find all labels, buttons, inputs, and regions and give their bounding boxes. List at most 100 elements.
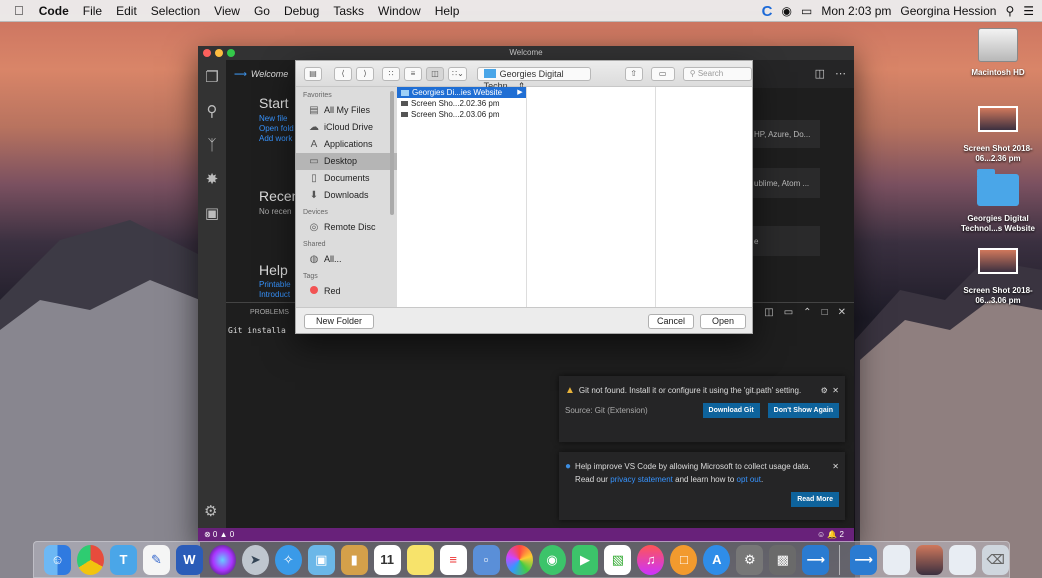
menu-tasks[interactable]: Tasks (326, 4, 371, 18)
toggle-sidebar-icon[interactable]: ▤ (304, 66, 322, 81)
sidebar-item-downloads[interactable]: ⬇ Downloads (296, 187, 397, 204)
chrome-icon[interactable] (76, 544, 104, 575)
customize-card[interactable]: HP, Azure, Do... (750, 120, 820, 148)
keynote-icon[interactable]: ▫ (472, 544, 500, 575)
word-icon[interactable]: W (175, 544, 203, 575)
ibooks-icon[interactable]: □ (670, 544, 698, 575)
split-editor-icon[interactable]: ◫ (815, 60, 825, 88)
stickies-icon[interactable] (406, 544, 434, 575)
sidebar-item-desktop[interactable]: ▭ Desktop (296, 153, 397, 170)
spotlight-icon[interactable]: ⚲ (1005, 4, 1014, 18)
more-actions-icon[interactable]: ⋯ (835, 60, 846, 88)
calendar-icon[interactable]: 11 (373, 544, 401, 575)
new-file-link[interactable]: New file (259, 114, 287, 123)
messages-icon[interactable]: ◉ (538, 544, 566, 575)
menu-go[interactable]: Go (247, 4, 277, 18)
creative-cloud-icon[interactable]: C (762, 3, 773, 20)
extensions-icon[interactable]: ▣ (198, 196, 226, 230)
location-popup[interactable]: Georgies Digital Techn... ⇕ (476, 66, 591, 91)
list-view-icon[interactable]: ≡ (404, 66, 422, 81)
share-icon[interactable]: ⇧ (624, 66, 643, 81)
open-button[interactable]: Open (700, 314, 746, 329)
sidebar-item-applications[interactable]: A Applications (296, 136, 397, 153)
chevron-up-icon[interactable]: ⌃ (803, 303, 811, 323)
settings-gear-icon[interactable]: ⚙ (204, 502, 217, 520)
tag-icon[interactable]: ▭ (650, 66, 675, 81)
zoom-window-button[interactable] (227, 49, 235, 57)
textedit-icon[interactable]: ✎ (142, 544, 170, 575)
explorer-icon[interactable]: ❐ (198, 60, 226, 94)
reminders-icon[interactable]: ≡ (439, 544, 467, 575)
maximize-panel-icon[interactable]: □ (822, 303, 828, 323)
apple-menu-icon[interactable]:  (0, 3, 32, 18)
close-icon[interactable]: ✕ (832, 462, 839, 471)
arrange-icon[interactable]: ∷⌄ (448, 66, 467, 81)
sidebar-item-tag-red[interactable]: Red (296, 283, 397, 300)
file-row[interactable]: Screen Sho...2.02.36 pm (397, 98, 526, 109)
screenshot-stack-icon[interactable] (916, 544, 944, 575)
tab-problems[interactable]: PROBLEMS (250, 309, 289, 316)
menu-debug[interactable]: Debug (277, 4, 326, 18)
column-view-icon[interactable]: ◫ (426, 66, 444, 81)
photos-icon[interactable] (505, 544, 533, 575)
vscode-icon[interactable]: ⟶ (802, 544, 830, 575)
open-folder-link[interactable]: Open fold (259, 124, 294, 133)
privacy-statement-link[interactable]: privacy statement (610, 475, 673, 484)
sidebar-item-all-my-files[interactable]: ▤ All My Files (296, 102, 397, 119)
opt-out-link[interactable]: opt out (737, 475, 761, 484)
desktop-item-screenshot-2[interactable]: Screen Shot 2018-06...3.06 pm (958, 248, 1038, 306)
disk-utility-icon[interactable]: ▩ (769, 544, 797, 575)
introduction-link[interactable]: Introduct (259, 290, 290, 299)
source-control-icon[interactable]: ᛉ (198, 128, 226, 162)
facetime-icon[interactable]: ▶ (571, 544, 599, 575)
menu-app-name[interactable]: Code (32, 4, 76, 18)
sidebar-item-icloud-drive[interactable]: ☁ iCloud Drive (296, 119, 397, 136)
read-more-button[interactable]: Read More (791, 492, 839, 507)
menu-view[interactable]: View (207, 4, 247, 18)
close-panel-icon[interactable]: ✕ (838, 303, 846, 323)
status-right[interactable]: ☺ 🔔 2 (817, 528, 844, 542)
sidebar-item-all-shared[interactable]: ◍ All... (296, 251, 397, 268)
cancel-button[interactable]: Cancel (648, 314, 694, 329)
safari-icon[interactable]: ✧ (274, 544, 302, 575)
desktop-item-folder[interactable]: Georgies Digital Technol...s Website (958, 169, 1038, 234)
screenshot-stack-icon[interactable] (883, 544, 911, 575)
forward-button[interactable]: ⟩ (356, 66, 374, 81)
minimize-window-button[interactable] (215, 49, 223, 57)
siri-icon[interactable] (208, 544, 236, 575)
trash-icon[interactable]: ⌫ (982, 544, 1009, 575)
dont-show-again-button[interactable]: Don't Show Again (767, 403, 839, 418)
download-git-button[interactable]: Download Git (702, 403, 760, 418)
search-field[interactable]: ⚲ Search (682, 66, 752, 81)
menu-selection[interactable]: Selection (144, 4, 207, 18)
desktop-item-screenshot-1[interactable]: Screen Shot 2018-06...2.36 pm (958, 106, 1038, 164)
menu-window[interactable]: Window (371, 4, 428, 18)
notification-center-icon[interactable]: ☰ (1023, 4, 1034, 18)
notes-book-icon[interactable]: ▮ (340, 544, 368, 575)
add-workspace-link[interactable]: Add work (259, 134, 292, 143)
menu-edit[interactable]: Edit (109, 4, 144, 18)
menu-file[interactable]: File (76, 4, 109, 18)
airplay-icon[interactable]: ▭ (801, 4, 812, 18)
app-store-icon[interactable]: A (703, 544, 731, 575)
problems-count[interactable]: ⊗ 0 ▲ 0 (204, 530, 234, 539)
icon-view-icon[interactable]: ∷ (382, 66, 400, 81)
customize-card[interactable]: ublime, Atom ... (750, 168, 820, 198)
finder-icon[interactable]: ☺ (44, 544, 71, 575)
vscode-document-icon[interactable]: ⟶ (850, 544, 878, 575)
itunes-icon[interactable]: ♫ (637, 544, 665, 575)
new-terminal-icon[interactable]: ◫ (764, 303, 773, 323)
utility-icon[interactable]: ⚙ (736, 544, 764, 575)
search-icon[interactable]: ⚲ (198, 94, 226, 128)
system-preferences-icon[interactable]: T (109, 544, 137, 575)
file-row-folder[interactable]: Georgies Di...ies Website ▶ (397, 87, 526, 98)
desktop-item-macintosh-hd[interactable]: Macintosh HD (958, 28, 1038, 78)
preview-icon[interactable]: ▣ (307, 544, 335, 575)
numbers-icon[interactable]: ▧ (604, 544, 632, 575)
menu-user[interactable]: Georgina Hession (900, 4, 996, 18)
printable-link[interactable]: Printable (259, 280, 291, 289)
wifi-icon[interactable]: ◉ (782, 4, 792, 18)
gear-icon[interactable]: ⚙ (821, 386, 828, 395)
trash-icon[interactable]: ▭ (784, 303, 793, 323)
close-icon[interactable]: ✕ (832, 386, 839, 395)
